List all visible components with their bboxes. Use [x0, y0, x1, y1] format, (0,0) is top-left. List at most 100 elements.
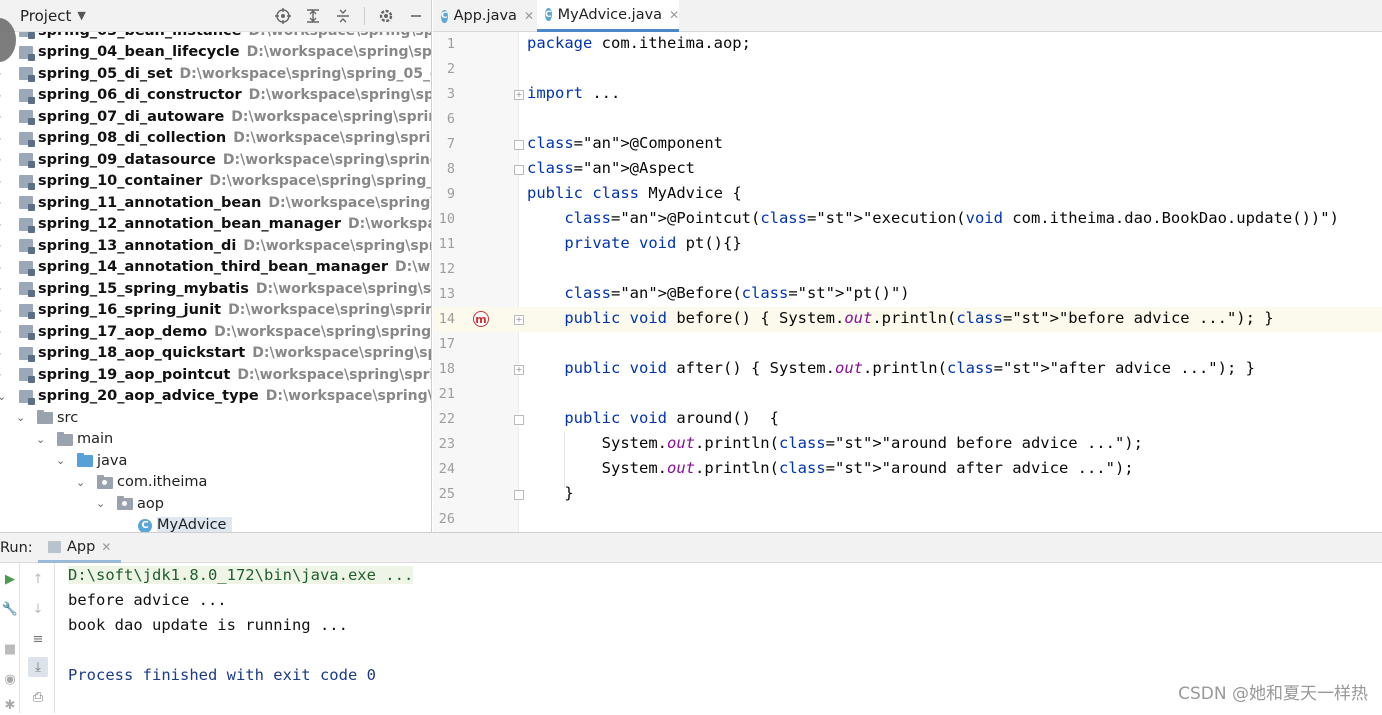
tree-module-row[interactable]: › spring_08_di_collectionD:\workspace\spr…: [0, 128, 431, 150]
chevron-right-icon[interactable]: ›: [0, 153, 1, 166]
tree-node-file[interactable]: C MyAdvice: [0, 515, 431, 532]
expand-all-icon[interactable]: [302, 5, 324, 27]
code-line[interactable]: 11 private void pt(){}: [433, 232, 1382, 257]
chevron-right-icon[interactable]: ›: [0, 347, 1, 360]
hide-icon[interactable]: [405, 5, 427, 27]
tab-myadvice-java[interactable]: C MyAdvice.java ✕: [537, 0, 679, 32]
fold-marker-icon[interactable]: [514, 140, 524, 150]
tree-module-row[interactable]: › spring_13_annotation_diD:\workspace\spr…: [0, 235, 431, 257]
chevron-down-icon[interactable]: ⌄: [0, 390, 6, 403]
tree-module-row[interactable]: › spring_14_annotation_third_bean_manager…: [0, 257, 431, 279]
code-line[interactable]: 3 + import ...: [433, 82, 1382, 107]
chevron-right-icon[interactable]: ›: [0, 304, 1, 317]
fold-marker-icon[interactable]: +: [514, 315, 524, 325]
chevron-down-icon[interactable]: ⌄: [16, 411, 25, 424]
stop-icon[interactable]: ■: [0, 639, 20, 659]
print-icon[interactable]: ⎙: [28, 687, 48, 707]
chevron-right-icon[interactable]: ›: [0, 239, 1, 252]
code-line[interactable]: 21: [433, 382, 1382, 407]
code-line[interactable]: 22 public void around() {: [433, 407, 1382, 432]
tree-node-package[interactable]: ⌄ com.itheima: [0, 472, 431, 494]
run-tab-app[interactable]: App ✕: [38, 533, 122, 563]
tree-module-row[interactable]: ›spring_04_bean_lifecycleD:\workspace\sp…: [0, 42, 431, 64]
chevron-right-icon[interactable]: ›: [0, 132, 1, 145]
code-line[interactable]: 25 }: [433, 482, 1382, 507]
tab-app-java[interactable]: C App.java ✕: [433, 0, 537, 32]
code-line[interactable]: 17: [433, 332, 1382, 357]
tree-node-java[interactable]: ⌄ java: [0, 450, 431, 472]
code-editor[interactable]: C App.java ✕ C MyAdvice.java ✕ 1 package …: [433, 0, 1382, 532]
chevron-right-icon[interactable]: ›: [0, 196, 1, 209]
code-line[interactable]: 2: [433, 57, 1382, 82]
chevron-right-icon[interactable]: ›: [0, 368, 1, 381]
wrench-icon[interactable]: 🔧: [0, 599, 20, 619]
code-line[interactable]: 18 + public void after() { System.out.pri…: [433, 357, 1382, 382]
close-icon[interactable]: ✕: [669, 8, 679, 22]
chevron-down-icon[interactable]: ⌄: [36, 433, 45, 446]
chevron-right-icon[interactable]: ›: [0, 218, 1, 231]
close-icon[interactable]: ✕: [101, 540, 111, 554]
chevron-right-icon[interactable]: ›: [0, 175, 1, 188]
code-line[interactable]: 12: [433, 257, 1382, 282]
tab-label: App.java: [453, 8, 517, 24]
code-line[interactable]: 14 + m public void before() { System.out.p…: [433, 307, 1382, 332]
chevron-down-icon[interactable]: ⌄: [56, 454, 65, 467]
tree-module-row[interactable]: › spring_16_spring_junitD:\workspace\spri…: [0, 300, 431, 322]
soft-wrap-icon[interactable]: ≡: [28, 629, 48, 649]
tree-module-row[interactable]: › spring_09_datasourceD:\workspace\spring…: [0, 149, 431, 171]
locate-icon[interactable]: [272, 5, 294, 27]
chevron-right-icon[interactable]: ›: [0, 325, 1, 338]
chevron-right-icon[interactable]: ›: [0, 89, 1, 102]
gear-icon[interactable]: [375, 5, 397, 27]
settings-icon[interactable]: ✱: [0, 695, 20, 715]
code-line[interactable]: 7 class="an">@Component: [433, 132, 1382, 157]
tree-module-row[interactable]: › spring_05_di_setD:\workspace\spring\spr…: [0, 63, 431, 85]
tree-node-src[interactable]: ⌄ src: [0, 407, 431, 429]
code-line[interactable]: 10 class="an">@Pointcut(class="st">"exec…: [433, 207, 1382, 232]
chevron-right-icon[interactable]: ›: [0, 282, 1, 295]
collapse-all-icon[interactable]: [332, 5, 354, 27]
scroll-to-end-icon[interactable]: ⤓: [28, 657, 48, 677]
arrow-up-icon[interactable]: ↑: [28, 569, 48, 589]
tree-module-row[interactable]: › spring_19_aop_pointcutD:\workspace\spri…: [0, 364, 431, 386]
chevron-down-icon[interactable]: ⌄: [96, 497, 105, 510]
tree-node-aop[interactable]: ⌄ aop: [0, 493, 431, 515]
tree-module-row[interactable]: › spring_18_aop_quickstartD:\workspace\sp…: [0, 343, 431, 365]
chevron-down-icon[interactable]: ⌄: [76, 476, 85, 489]
fold-marker-icon[interactable]: +: [514, 90, 524, 100]
code-line[interactable]: 23 System.out.println(class="st">"around…: [433, 432, 1382, 457]
camera-icon[interactable]: ◉: [0, 669, 20, 689]
arrow-down-icon[interactable]: ↓: [28, 599, 48, 619]
advice-marker-icon[interactable]: m: [473, 311, 489, 327]
tree-module-row[interactable]: ⌄ spring_20_aop_advice_typeD:\workspace\s…: [0, 386, 431, 408]
tree-module-row[interactable]: › spring_15_spring_mybatisD:\workspace\sp…: [0, 278, 431, 300]
module-path: D:\workspace\spring\spring_10_conta: [209, 173, 431, 190]
chevron-right-icon[interactable]: ›: [0, 110, 1, 123]
fold-marker-icon[interactable]: [514, 415, 524, 425]
fold-marker-icon[interactable]: +: [514, 365, 524, 375]
code-line[interactable]: 24 System.out.println(class="st">"around…: [433, 457, 1382, 482]
chevron-right-icon[interactable]: ›: [0, 261, 1, 274]
code-line[interactable]: 1 package com.itheima.aop;: [433, 32, 1382, 57]
fold-marker-icon[interactable]: [514, 490, 524, 500]
code-line[interactable]: 13 class="an">@Before(class="st">"pt()"): [433, 282, 1382, 307]
code-line[interactable]: 9 public class MyAdvice {: [433, 182, 1382, 207]
code-line[interactable]: 8 class="an">@Aspect: [433, 157, 1382, 182]
tree-module-row[interactable]: › spring_11_annotation_beanD:\workspace\s…: [0, 192, 431, 214]
tree-node-main[interactable]: ⌄ main: [0, 429, 431, 451]
chevron-right-icon[interactable]: ›: [0, 67, 1, 80]
code-text: }: [527, 484, 574, 502]
tree-module-row[interactable]: › spring_10_containerD:\workspace\spring\…: [0, 171, 431, 193]
java-class-icon: C: [545, 8, 552, 21]
tree-module-row[interactable]: › spring_07_di_autowareD:\workspace\sprin…: [0, 106, 431, 128]
fold-marker-icon[interactable]: [514, 165, 524, 175]
project-panel-title[interactable]: Project: [20, 7, 71, 25]
tree-module-row[interactable]: › spring_06_di_constructorD:\workspace\sp…: [0, 85, 431, 107]
rerun-icon[interactable]: ▶: [0, 569, 20, 589]
chevron-down-icon[interactable]: ▼: [77, 9, 85, 22]
code-line[interactable]: 6: [433, 107, 1382, 132]
code-line[interactable]: 26: [433, 507, 1382, 532]
tree-module-row[interactable]: › spring_17_aop_demoD:\workspace\spring\s…: [0, 321, 431, 343]
tree-module-row[interactable]: › spring_12_annotation_bean_managerD:\wor…: [0, 214, 431, 236]
close-icon[interactable]: ✕: [524, 9, 534, 23]
